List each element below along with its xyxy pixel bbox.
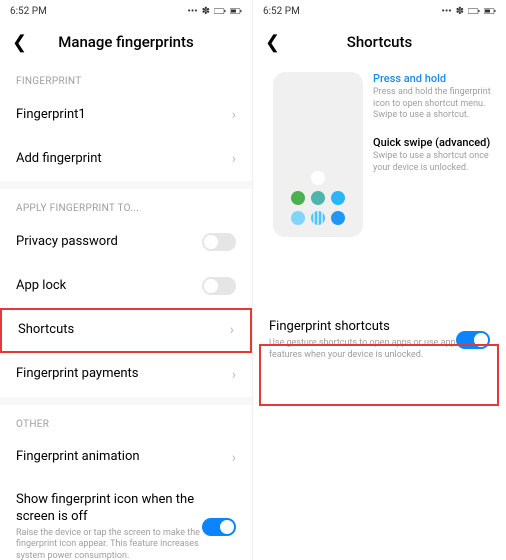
row-shortcuts[interactable]: Shortcuts ›	[0, 308, 252, 353]
toggle-show-icon[interactable]	[202, 518, 236, 536]
status-time: 6:52 PM	[263, 6, 300, 17]
dot-white-icon	[311, 171, 325, 185]
section-fingerprint: FINGERPRINT	[0, 62, 252, 93]
row-label: App lock	[16, 278, 202, 295]
row-label: Fingerprint animation	[16, 449, 232, 466]
chevron-icon: ›	[232, 367, 236, 383]
row-label: Fingerprint1	[16, 107, 232, 124]
battery-icon	[214, 5, 226, 17]
row-label: Add fingerprint	[16, 151, 232, 168]
spacer	[253, 247, 506, 307]
section-other: OTHER	[0, 405, 252, 436]
dot-striped-icon	[311, 211, 325, 225]
phone-preview	[273, 72, 363, 237]
status-time: 6:52 PM	[10, 6, 47, 17]
status-bar: 6:52 PM ••• ✽	[0, 0, 252, 22]
hint-press-hold-sub: Press and hold the fingerprint icon to o…	[373, 87, 494, 122]
row-label: Fingerprint shortcuts	[269, 319, 456, 336]
row-label: Show fingerprint icon when the screen is…	[16, 492, 202, 526]
row-fingerprint-animation[interactable]: Fingerprint animation ›	[0, 436, 252, 480]
preview-text: Press and hold Press and hold the finger…	[373, 62, 506, 174]
divider	[0, 181, 252, 189]
hint-quick-swipe-title: Quick swipe (advanced)	[373, 136, 494, 149]
back-icon[interactable]: ❮	[12, 32, 27, 53]
row-label: Privacy password	[16, 234, 202, 251]
section-apply: APPLY FINGERPRINT TO...	[0, 189, 252, 220]
row-add-fingerprint[interactable]: Add fingerprint ›	[0, 137, 252, 181]
left-pane: 6:52 PM ••• ✽ ❮ Manage fingerprints FING…	[0, 0, 253, 560]
row-app-lock[interactable]: App lock	[0, 264, 252, 308]
dot-teal-icon	[311, 191, 325, 205]
row-fingerprint1[interactable]: Fingerprint1 ›	[0, 93, 252, 137]
bluetooth-icon: ✽	[202, 6, 210, 17]
bluetooth-icon: ✽	[456, 6, 464, 17]
row-sub: Use gesture shortcuts to open apps or us…	[269, 338, 456, 361]
dot-green-icon	[291, 191, 305, 205]
dot-lightblue-icon	[291, 211, 305, 225]
page-title: Shortcuts	[253, 33, 506, 51]
battery-icon-2	[484, 5, 496, 17]
status-bar: 6:52 PM ••• ✽	[253, 0, 506, 22]
row-fingerprint-payments[interactable]: Fingerprint payments ›	[0, 353, 252, 397]
row-label: Fingerprint payments	[16, 366, 232, 383]
chevron-icon: ›	[232, 450, 236, 466]
dot-cyan-icon	[331, 191, 345, 205]
dots	[273, 171, 363, 225]
toggle-fingerprint-shortcuts[interactable]	[456, 331, 490, 349]
row-show-icon-screen-off[interactable]: Show fingerprint icon when the screen is…	[0, 480, 252, 560]
more-icon: •••	[441, 6, 451, 17]
row-fingerprint-shortcuts[interactable]: Fingerprint shortcuts Use gesture shortc…	[253, 307, 506, 373]
preview-area: Press and hold Press and hold the finger…	[253, 62, 506, 247]
chevron-icon: ›	[230, 322, 234, 338]
header: ❮ Shortcuts	[253, 22, 506, 62]
more-icon: •••	[187, 6, 197, 17]
battery-icon-2	[230, 5, 242, 17]
dot-blue-icon	[331, 211, 345, 225]
back-icon[interactable]: ❮	[265, 32, 280, 53]
header: ❮ Manage fingerprints	[0, 22, 252, 62]
row-sub: Raise the device or tap the screen to ma…	[16, 528, 202, 560]
page-title: Manage fingerprints	[0, 33, 252, 51]
battery-icon	[468, 5, 480, 17]
row-label: Shortcuts	[18, 322, 230, 339]
hint-press-hold-title: Press and hold	[373, 72, 494, 85]
chevron-icon: ›	[232, 151, 236, 167]
toggle-privacy-password[interactable]	[202, 233, 236, 251]
toggle-app-lock[interactable]	[202, 277, 236, 295]
status-icons: ••• ✽	[441, 5, 496, 17]
right-pane: 6:52 PM ••• ✽ ❮ Shortcuts Press and hold	[253, 0, 506, 560]
row-privacy-password[interactable]: Privacy password	[0, 220, 252, 264]
chevron-icon: ›	[232, 107, 236, 123]
hint-quick-swipe-sub: Swipe to use a shortcut once your device…	[373, 151, 494, 174]
divider	[0, 397, 252, 405]
status-icons: ••• ✽	[187, 5, 242, 17]
